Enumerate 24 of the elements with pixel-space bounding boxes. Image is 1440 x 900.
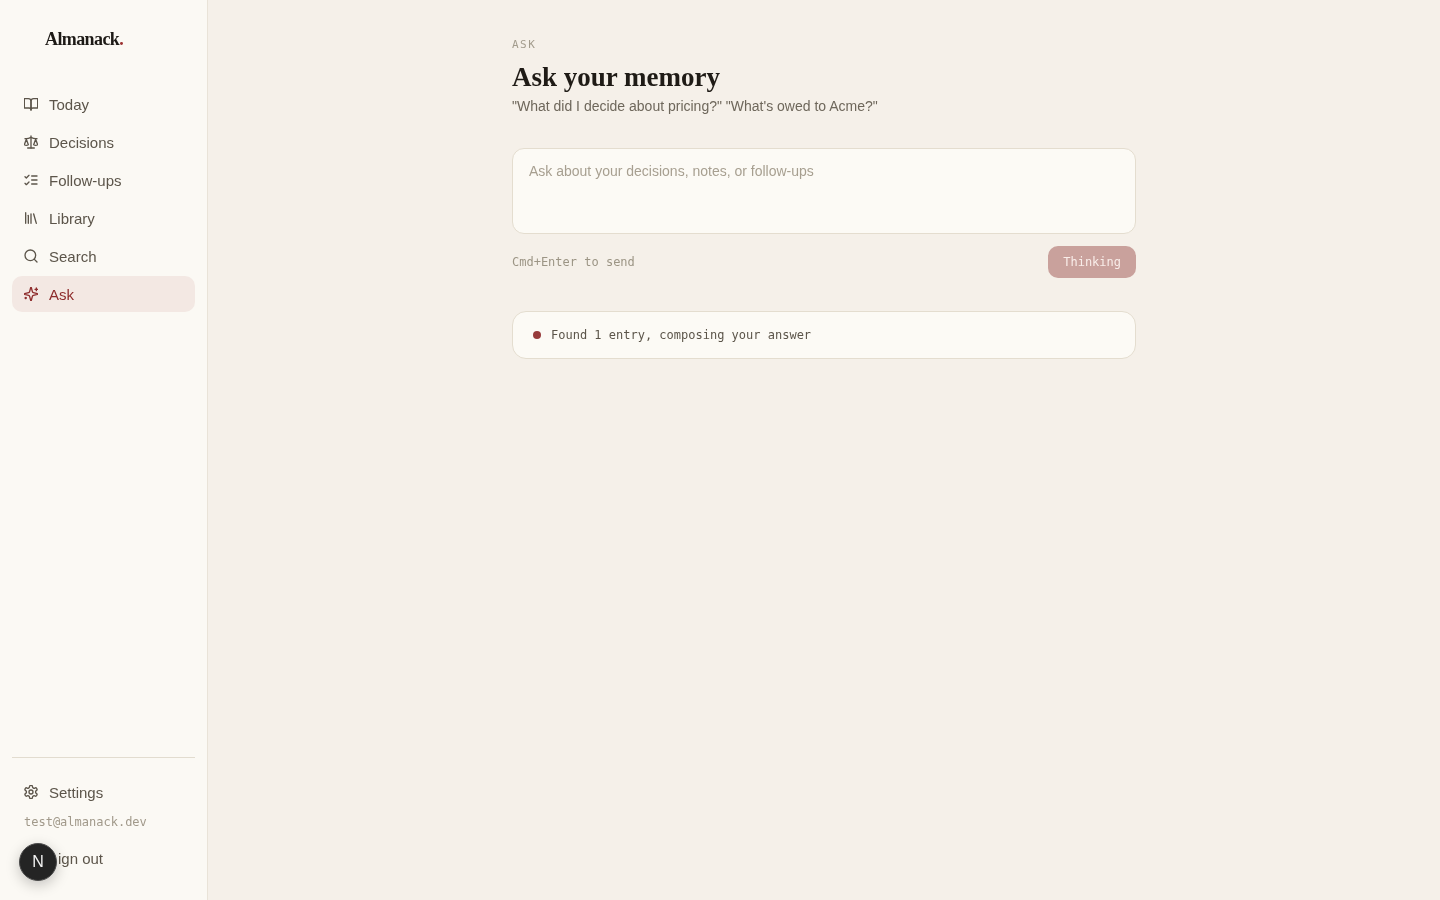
books-icon xyxy=(24,211,38,225)
settings-icon xyxy=(24,785,38,799)
shortcut-hint: Cmd+Enter to send xyxy=(512,254,635,270)
book-icon xyxy=(24,97,38,111)
question-input[interactable]: Ask about your decisions, notes, or follow-ups xyxy=(512,148,1136,234)
search-icon xyxy=(24,249,38,263)
nav-item[interactable]: Decisions xyxy=(12,124,195,160)
page-title: Ask your memory xyxy=(512,61,720,93)
nav-item[interactable]: Search xyxy=(12,238,195,274)
status-dot-icon xyxy=(533,331,541,339)
settings-link[interactable]: Settings xyxy=(12,774,195,810)
checklist-icon xyxy=(24,173,38,187)
section-label: ASK xyxy=(512,38,537,52)
nav-item[interactable]: Ask xyxy=(12,276,195,312)
scale-icon xyxy=(24,135,38,149)
nav-item[interactable]: Today xyxy=(12,86,195,122)
example-questions: "What did I decide about pricing?" "What's owed to Acme?" xyxy=(512,97,878,116)
user-email: test@almanack.dev xyxy=(24,814,147,830)
sign-out-link[interactable]: ign out xyxy=(58,840,104,876)
sparkles-icon xyxy=(24,287,38,301)
status-message: Found 1 entry, composing your answer xyxy=(551,327,812,343)
nav-item[interactable]: Follow-ups xyxy=(12,162,195,198)
nav-item[interactable]: Library xyxy=(12,200,195,236)
logo: Almanack. xyxy=(45,29,124,49)
